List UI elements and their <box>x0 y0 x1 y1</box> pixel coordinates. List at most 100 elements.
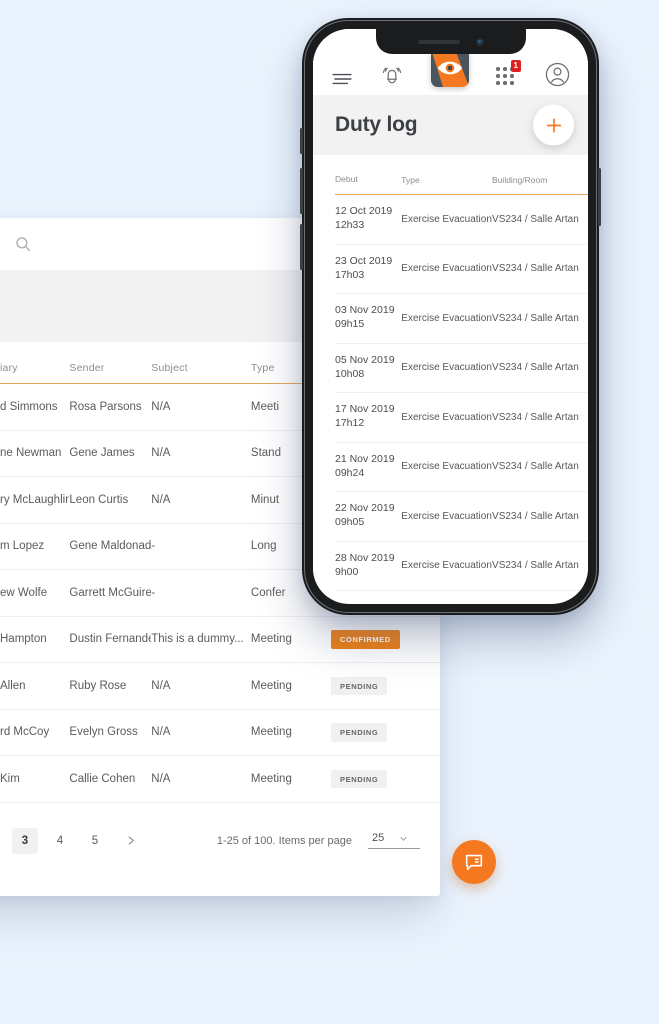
cell-subject: N/A <box>151 447 171 460</box>
pagination-info-label: 1-25 of 100. Items per page <box>216 834 352 847</box>
duty-log-row[interactable]: 28 Nov 2019 9h00 Exercise Evacuation VS234 … <box>335 542 588 591</box>
cell-debut: 22 Nov 2019 09h05 <box>335 502 401 530</box>
cell-building-room: VS234 / Salle Artan <box>492 312 579 324</box>
add-entry-button[interactable] <box>533 104 574 146</box>
debut-time: 10h08 <box>335 367 365 380</box>
cell-building-room: VS234 / Salle Artan <box>492 461 579 473</box>
status-badge: PENDING <box>331 723 388 742</box>
apps-button[interactable]: 1 <box>496 60 521 87</box>
debut-time: 17h03 <box>335 268 365 281</box>
phone-power-button <box>598 168 601 226</box>
cell-sender: Garrett McGuire <box>69 586 152 599</box>
cell-status: PENDING <box>331 676 420 695</box>
search-icon <box>14 235 32 253</box>
pagination-next-button[interactable] <box>117 828 143 854</box>
chat-support-button[interactable] <box>452 840 496 884</box>
cell-beneficiary: m Lopez <box>0 540 45 553</box>
cell-type: Exercise Evacuation <box>401 362 492 374</box>
bell-ringing-icon <box>382 67 402 84</box>
status-badge: PENDING <box>331 676 388 695</box>
table-row[interactable]: Kim Callie Cohen N/A Meeting PENDING <box>0 756 440 803</box>
phone-mute-switch <box>300 128 303 154</box>
column-header-building-room[interactable]: Building/Room <box>492 175 588 194</box>
cell-beneficiary: ew Wolfe <box>0 586 48 599</box>
cell-sender: Gene James <box>69 447 135 460</box>
duty-log-row[interactable]: 03 Nov 2019 09h15 Exercise Evacuation VS234… <box>335 294 588 344</box>
duty-log-row[interactable]: 21 Nov 2019 09h24 Exercise Evacuation VS234… <box>335 443 588 492</box>
cell-beneficiary: rd McCoy <box>0 726 50 739</box>
cell-debut: 28 Nov 2019 9h00 <box>335 552 401 580</box>
cell-building-room: VS234 / Salle Artan <box>492 213 579 225</box>
cell-building-room: VS234 / Salle Artan <box>492 362 579 374</box>
cell-building-room: VS234 / Salle Artan <box>492 411 579 423</box>
items-per-page-value: 25 <box>372 832 385 844</box>
column-header-sender[interactable]: Sender <box>69 362 151 383</box>
phone-volume-down-button <box>300 224 303 270</box>
cell-type: Exercise Evacuation <box>401 510 492 522</box>
pagination-page-4[interactable]: 4 <box>47 828 73 854</box>
table-row[interactable]: Hampton Dustin Fernandez This is a dummy..… <box>0 617 440 663</box>
earpiece-speaker <box>417 39 460 44</box>
debut-date: 05 Nov 2019 <box>335 353 395 366</box>
debut-date: 21 Nov 2019 <box>335 452 395 465</box>
cell-status: PENDING <box>331 769 420 788</box>
duty-log-row[interactable]: 22 Nov 2019 09h05 Exercise Evacuation VS234… <box>335 492 588 542</box>
phone-page-header: Duty log <box>313 95 588 155</box>
cell-debut: 17 Nov 2019 17h12 <box>335 403 401 431</box>
column-header-type[interactable]: Type <box>401 175 492 194</box>
page-title: Duty log <box>335 113 418 136</box>
duty-log-row[interactable]: 17 Nov 2019 17h12 Exercise Evacuation VS234… <box>335 393 588 443</box>
pagination-page-3[interactable]: 3 <box>12 827 38 854</box>
duty-log-row[interactable]: 12 Oct 2019 12h33 Exercise Evacuation VS234… <box>335 195 588 245</box>
table-row[interactable]: Allen Ruby Rose N/A Meeting PENDING <box>0 663 440 710</box>
status-badge: CONFIRMED <box>331 630 400 649</box>
pagination-page-5[interactable]: 5 <box>82 828 108 854</box>
cell-sender: Evelyn Gross <box>69 726 138 739</box>
cell-type: Exercise Evacuation <box>401 263 492 275</box>
cell-subject: N/A <box>151 679 171 692</box>
account-button[interactable] <box>545 62 570 87</box>
column-header-debut[interactable]: Debut <box>335 174 401 194</box>
cell-subject: N/A <box>151 726 171 739</box>
debut-date: 03 Nov 2019 <box>335 304 395 317</box>
cell-beneficiary: ne Newman <box>0 447 62 460</box>
items-per-page-select[interactable]: 25 <box>368 832 420 849</box>
cell-type: Exercise Evacuation <box>401 213 492 225</box>
duty-log-table: Debut Type Building/Room 12 Oct 2019 12h3… <box>313 155 588 591</box>
cell-type: Meeting <box>250 679 292 692</box>
duty-log-row[interactable]: 05 Nov 2019 10h08 Exercise Evacuation VS234… <box>335 344 588 393</box>
debut-date: 23 Oct 2019 <box>335 254 393 267</box>
cell-beneficiary: Hampton <box>0 633 47 646</box>
chevron-down-icon <box>400 836 407 841</box>
cell-sender: Ruby Rose <box>69 679 127 692</box>
cell-beneficiary: Kim <box>0 772 20 785</box>
plus-icon <box>546 117 561 133</box>
debut-time: 09h24 <box>335 466 365 479</box>
desktop-pagination: 3 4 5 1-25 of 100. Items per page 25 <box>0 803 440 879</box>
menu-button[interactable] <box>331 71 353 87</box>
cell-type: Exercise Evacuation <box>401 312 492 324</box>
cell-beneficiary: Allen <box>0 679 26 692</box>
duty-log-row[interactable]: 23 Oct 2019 17h03 Exercise Evacuation VS234… <box>335 245 588 294</box>
app-logo-button[interactable] <box>431 49 469 87</box>
front-camera <box>475 37 484 46</box>
cell-sender: Leon Curtis <box>69 493 129 506</box>
table-row[interactable]: rd McCoy Evelyn Gross N/A Meeting PENDING <box>0 710 440 756</box>
column-header-beneficiary[interactable]: iary <box>0 362 69 383</box>
pagination-pages: 3 4 5 <box>0 827 143 854</box>
cell-building-room: VS234 / Salle Artan <box>492 510 579 522</box>
duty-log-table-body: 12 Oct 2019 12h33 Exercise Evacuation VS234… <box>335 195 588 591</box>
duty-log-table-header: Debut Type Building/Room <box>335 155 588 195</box>
status-badge: PENDING <box>331 769 388 788</box>
debut-time: 9h00 <box>335 565 359 578</box>
search-input[interactable] <box>42 237 298 251</box>
debut-time: 09h15 <box>335 318 365 331</box>
cell-sender: Gene Maldonado <box>69 540 152 553</box>
cell-status: CONFIRMED <box>331 630 420 649</box>
cell-sender: Callie Cohen <box>69 772 136 785</box>
column-header-subject[interactable]: Subject <box>151 362 251 383</box>
cell-subject: N/A <box>151 400 171 413</box>
chat-bubble-icon <box>465 854 483 871</box>
alerts-button[interactable] <box>380 63 404 87</box>
phone-volume-up-button <box>300 168 303 214</box>
